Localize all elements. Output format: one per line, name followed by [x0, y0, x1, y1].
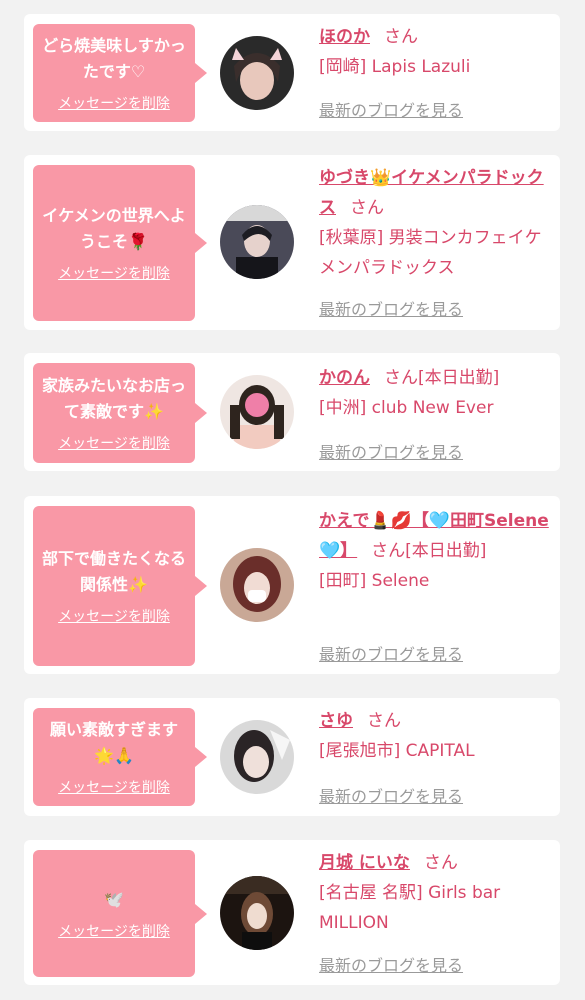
message-text: 🕊️: [104, 889, 124, 909]
message-card: 部下で働きたくなる関係性✨ メッセージを削除 かえで💄💋【🩵田町Selene🩵】…: [24, 496, 560, 674]
avatar-photo[interactable]: [220, 548, 294, 622]
honorific: さん: [384, 368, 418, 388]
blog-link[interactable]: 最新のブログを見る: [319, 296, 463, 320]
message-card: どら焼美味しすかったです♡ メッセージを削除 ほのか さん [岡崎] Lapis …: [24, 14, 560, 131]
honorific: さん: [350, 198, 384, 218]
sender-name-link[interactable]: ほのか: [319, 27, 370, 47]
message-text: 願い素敵すぎます🌟🙏: [49, 720, 178, 765]
sender-info: さゆ さん [尾張旭市] CAPITAL: [319, 706, 549, 766]
message-bubble: 部下で働きたくなる関係性✨ メッセージを削除: [33, 506, 207, 666]
message-bubble: 願い素敵すぎます🌟🙏 メッセージを削除: [33, 708, 207, 806]
message-card: イケメンの世界へようこそ🌹 メッセージを削除 ゆづき👑イケメンパラドックス さん …: [24, 155, 560, 330]
shop-area: [秋葉原] 男装コンカフェイケメンパラドックス: [319, 228, 542, 278]
shop-area: [田町] Selene: [319, 571, 430, 591]
avatar-photo[interactable]: [220, 36, 294, 110]
shop-area: [中洲] club New Ever: [319, 398, 494, 418]
honorific: さん: [371, 541, 406, 561]
message-text: 部下で働きたくなる関係性✨: [41, 549, 186, 594]
delete-message-link[interactable]: メッセージを削除: [58, 921, 170, 941]
sender-info: ほのか さん [岡崎] Lapis Lazuli: [319, 22, 549, 82]
shop-area: [岡崎] Lapis Lazuli: [319, 57, 471, 77]
message-bubble: 家族みたいなお店って素敵です✨ メッセージを削除: [33, 363, 207, 463]
message-card: 家族みたいなお店って素敵です✨ メッセージを削除 かのん さん[本日出勤] [中洲…: [24, 353, 560, 471]
shop-area: [名古屋 名駅] Girls bar MILLION: [319, 883, 501, 933]
message-text: どら焼美味しすかったです♡: [42, 36, 186, 81]
message-bubble: イケメンの世界へようこそ🌹 メッセージを削除: [33, 165, 207, 321]
sender-name-link[interactable]: 月城 にいな: [319, 853, 410, 873]
blog-link[interactable]: 最新のブログを見る: [319, 783, 463, 807]
sender-info: かえで💄💋【🩵田町Selene🩵】 さん[本日出勤] [田町] Selene: [319, 506, 549, 596]
avatar-photo[interactable]: [220, 720, 294, 794]
message-text: イケメンの世界へようこそ🌹: [42, 206, 186, 251]
message-bubble: どら焼美味しすかったです♡ メッセージを削除: [33, 24, 207, 122]
sender-name-link[interactable]: かのん: [319, 368, 370, 388]
work-status: [本日出勤]: [418, 368, 500, 388]
sender-info: ゆづき👑イケメンパラドックス さん [秋葉原] 男装コンカフェイケメンパラドックス: [319, 163, 549, 283]
delete-message-link[interactable]: メッセージを削除: [58, 433, 170, 453]
message-card: 願い素敵すぎます🌟🙏 メッセージを削除 さゆ さん [尾張旭市] CAPITAL …: [24, 698, 560, 816]
delete-message-link[interactable]: メッセージを削除: [58, 93, 170, 113]
delete-message-link[interactable]: メッセージを削除: [58, 606, 170, 626]
avatar-photo[interactable]: [220, 205, 294, 279]
avatar-photo[interactable]: [220, 876, 294, 950]
blog-link[interactable]: 最新のブログを見る: [319, 952, 463, 976]
delete-message-link[interactable]: メッセージを削除: [58, 777, 170, 797]
shop-area: [尾張旭市] CAPITAL: [319, 741, 475, 761]
honorific: さん: [384, 27, 418, 47]
message-bubble: 🕊️ メッセージを削除: [33, 850, 207, 977]
avatar-photo[interactable]: [220, 375, 294, 449]
sender-name-link[interactable]: さゆ: [319, 711, 353, 731]
honorific: さん: [423, 853, 458, 873]
honorific: さん: [367, 711, 401, 731]
blog-link[interactable]: 最新のブログを見る: [319, 439, 463, 463]
delete-message-link[interactable]: メッセージを削除: [58, 263, 170, 283]
message-text: 家族みたいなお店って素敵です✨: [41, 376, 186, 421]
message-card: 🕊️ メッセージを削除 月城 にいな さん [名古屋 名駅] Girls bar …: [24, 840, 560, 985]
blog-link[interactable]: 最新のブログを見る: [319, 97, 463, 121]
blog-link[interactable]: 最新のブログを見る: [319, 641, 463, 665]
sender-info: かのん さん[本日出勤] [中洲] club New Ever: [319, 363, 549, 423]
sender-info: 月城 にいな さん [名古屋 名駅] Girls bar MILLION: [319, 848, 549, 938]
work-status: [本日出勤]: [405, 541, 487, 561]
